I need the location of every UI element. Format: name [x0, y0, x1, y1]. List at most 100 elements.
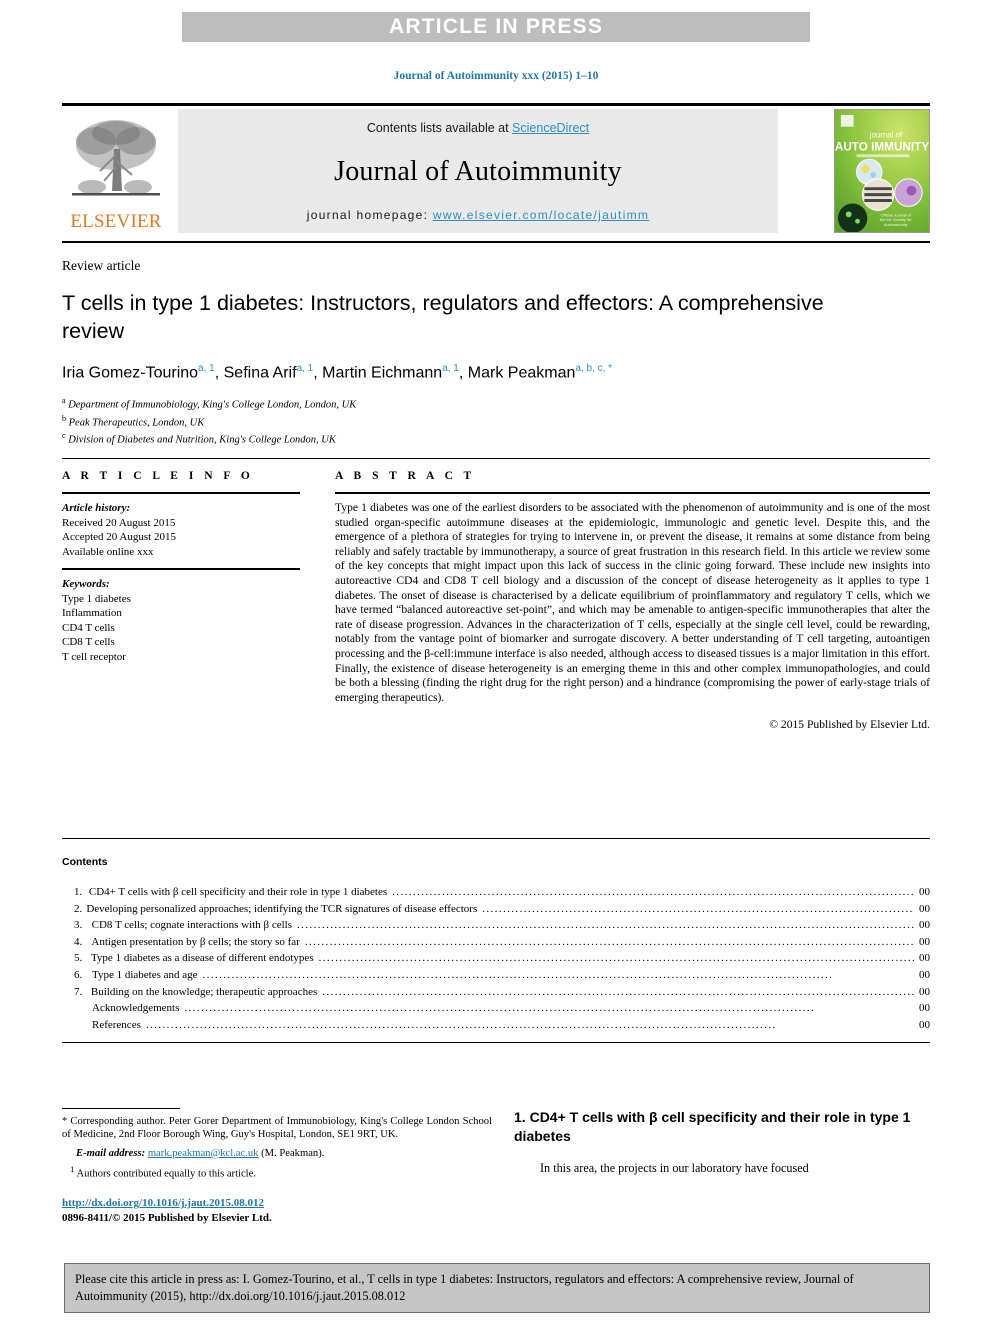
- contents-lists-prefix: Contents lists available at: [366, 121, 513, 135]
- author-name: Iria Gomez-Tourino: [62, 364, 199, 382]
- keyword-item: Inflammation: [62, 607, 122, 619]
- affiliation-mark: a: [62, 396, 66, 406]
- toc-page-number: 00: [919, 968, 930, 981]
- footnotes-column: * Corresponding author. Peter Gorer Depa…: [62, 1108, 492, 1181]
- author-name: Mark Peakman: [467, 364, 576, 382]
- toc-row[interactable]: 5. Type 1 diabetes as a disease of diffe…: [62, 950, 930, 967]
- toc-label[interactable]: Building on the knowledge; therapeutic a…: [91, 984, 322, 1001]
- journal-title: Journal of Autoimmunity: [334, 155, 622, 187]
- toc-row[interactable]: 3. CD8 T cells; cognate interactions wit…: [62, 917, 930, 934]
- article-in-press-label: ARTICLE IN PRESS: [388, 15, 604, 38]
- author-separator: ,: [458, 364, 468, 382]
- article-title: T cells in type 1 diabetes: Instructors,…: [62, 291, 824, 343]
- toc-row[interactable]: 6. Type 1 diabetes and age .............…: [62, 967, 930, 984]
- article-info-column: A R T I C L E I N F O Article history: R…: [62, 470, 300, 664]
- toc-number: 7.: [74, 985, 83, 998]
- author-affil-marks: a, 1: [442, 363, 459, 374]
- toc-number: 3.: [74, 919, 83, 932]
- info-section-top-rule: [62, 458, 930, 459]
- toc-label[interactable]: CD4+ T cells with β cell specificity and…: [89, 884, 392, 901]
- keyword-item: CD4 T cells: [62, 621, 115, 634]
- svg-text:AUTO IMMUNITY: AUTO IMMUNITY: [835, 140, 929, 153]
- toc-leader-dots: ........................................…: [318, 952, 914, 965]
- abstract-column: A B S T R A C T Type 1 diabetes was one …: [335, 470, 930, 731]
- keyword-item: CD8 T cells: [62, 636, 115, 648]
- equal-contribution-mark: 1: [70, 1164, 75, 1175]
- section-number: 1.: [514, 1109, 526, 1125]
- author-separator: ,: [214, 364, 224, 382]
- contents-top-rule: [62, 838, 930, 839]
- article-info-rule: [62, 492, 300, 494]
- contents-heading: Contents: [62, 856, 108, 868]
- article-type-kicker: Review article: [62, 258, 141, 273]
- abstract-body: Type 1 diabetes was one of the earliest …: [335, 501, 930, 704]
- article-history-item: Available online xxx: [62, 545, 154, 558]
- affiliation-text: Division of Diabetes and Nutrition, King…: [68, 434, 336, 446]
- section-heading: 1. CD4+ T cells with β cell specificity …: [514, 1108, 930, 1146]
- toc-label[interactable]: Developing personalized approaches; iden…: [86, 901, 482, 918]
- toc-row[interactable]: References .............................…: [62, 1017, 930, 1034]
- toc-page-number: 00: [919, 985, 930, 998]
- equal-contribution-text: Authors contributed equally to this arti…: [76, 1168, 256, 1180]
- issn-copyright-line: 0896-8411/© 2015 Published by Elsevier L…: [62, 1212, 272, 1224]
- email-label: E-mail address:: [76, 1147, 146, 1159]
- toc-number: 4.: [74, 935, 83, 948]
- toc-page-number: 00: [919, 902, 930, 915]
- toc-label[interactable]: Antigen presentation by β cells; the sto…: [91, 934, 304, 951]
- contents-bottom-rule: [62, 1042, 930, 1043]
- toc-label[interactable]: Type 1 diabetes as a disease of differen…: [91, 950, 319, 967]
- toc-number: 2.: [74, 902, 83, 915]
- toc-leader-dots: ........................................…: [297, 919, 914, 932]
- author-list: Iria Gomez-Tourinoa, 1, Sefina Arifa, 1,…: [62, 363, 930, 382]
- toc-leader-dots: ........................................…: [304, 935, 914, 948]
- toc-page-number: 00: [919, 935, 930, 948]
- journal-cover-thumbnail[interactable]: journal of AUTO IMMUNITY Official Journa…: [834, 109, 930, 233]
- toc-row[interactable]: 2. Developing personalized approaches; i…: [62, 901, 930, 918]
- cover-artwork: journal of AUTO IMMUNITY Official Journa…: [835, 110, 929, 232]
- footnote-rule: [62, 1108, 180, 1109]
- elsevier-logo: ELSEVIER: [62, 109, 170, 233]
- svg-text:Autoimmunity: Autoimmunity: [884, 222, 908, 227]
- toc-label[interactable]: Type 1 diabetes and age: [92, 967, 203, 984]
- keyword-item: Type 1 diabetes: [62, 592, 131, 605]
- author-affil-marks: a, 1: [198, 363, 215, 374]
- journal-homepage-prefix: journal homepage:: [306, 208, 433, 222]
- affiliation-list: a Department of Immunobiology, King's Co…: [62, 394, 930, 447]
- svg-text:journal of: journal of: [869, 131, 903, 140]
- abstract-rule: [335, 492, 930, 494]
- keywords-label: Keywords:: [62, 578, 110, 590]
- toc-label[interactable]: Acknowledgements: [92, 1000, 184, 1017]
- citation-footer-box: Please cite this article in press as: I.…: [64, 1263, 930, 1313]
- journal-homepage-link[interactable]: www.elsevier.com/locate/jautimm: [433, 208, 649, 222]
- affiliation-item: c Division of Diabetes and Nutrition, Ki…: [62, 429, 930, 447]
- article-info-heading: A R T I C L E I N F O: [62, 470, 254, 482]
- sciencedirect-link[interactable]: ScienceDirect: [512, 121, 589, 135]
- author-name: Sefina Arif: [223, 364, 297, 382]
- affiliation-text: Department of Immunobiology, King's Coll…: [68, 399, 357, 411]
- toc-leader-dots: ........................................…: [202, 968, 834, 981]
- journal-reference-line: Journal of Autoimmunity xxx (2015) 1–10: [393, 70, 599, 82]
- toc-label[interactable]: References: [92, 1017, 146, 1034]
- toc-leader-dots: ........................................…: [145, 1018, 777, 1031]
- affiliation-mark: c: [62, 431, 66, 441]
- masthead-bottom-rule: [62, 241, 930, 243]
- email-link[interactable]: mark.peakman@kcl.ac.uk: [148, 1148, 259, 1159]
- toc-row[interactable]: Acknowledgements .......................…: [62, 1000, 930, 1017]
- email-owner: (M. Peakman).: [261, 1147, 325, 1159]
- doi-link[interactable]: http://dx.doi.org/10.1016/j.jaut.2015.08…: [62, 1196, 264, 1210]
- author-separator: ,: [313, 364, 323, 382]
- affiliation-text: Peak Therapeutics, London, UK: [68, 417, 205, 429]
- body-first-column: 1. CD4+ T cells with β cell specificity …: [514, 1108, 930, 1188]
- article-header: Review article T cells in type 1 diabete…: [62, 258, 930, 447]
- keyword-item: T cell receptor: [62, 650, 126, 663]
- article-in-press-banner: ARTICLE IN PRESS: [182, 12, 810, 42]
- keywords-rule: [62, 568, 300, 570]
- toc-page-number: 00: [919, 1002, 930, 1015]
- toc-row[interactable]: 4. Antigen presentation by β cells; the …: [62, 934, 930, 951]
- citation-text: Please cite this article in press as: I.…: [75, 1272, 854, 1303]
- contents-section: Contents 1. CD4+ T cells with β cell spe…: [62, 856, 930, 1033]
- toc-row[interactable]: 7. Building on the knowledge; therapeuti…: [62, 984, 930, 1001]
- toc-label[interactable]: CD8 T cells; cognate interactions with β…: [92, 917, 297, 934]
- affiliation-mark: b: [62, 413, 66, 423]
- toc-row[interactable]: 1. CD4+ T cells with β cell specificity …: [62, 884, 930, 901]
